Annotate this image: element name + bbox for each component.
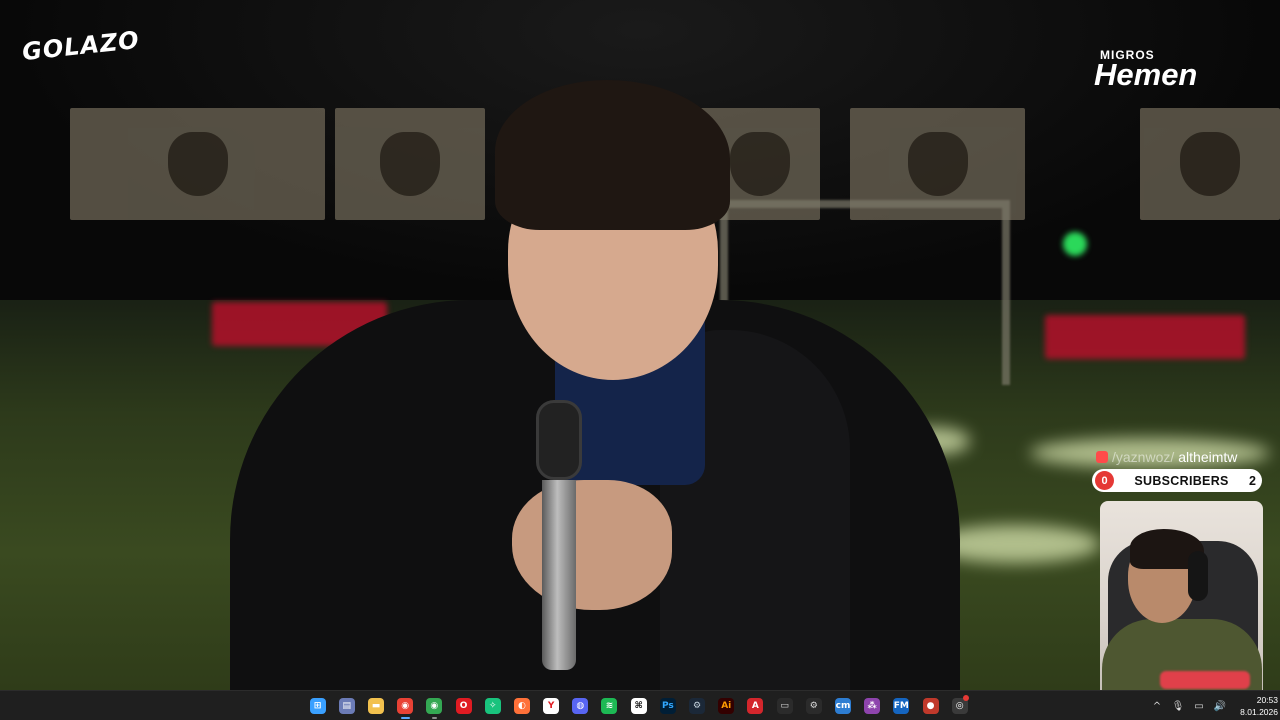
- microphone: [533, 400, 585, 670]
- obs-taskbar-button[interactable]: ◎: [945, 692, 974, 720]
- opera-taskbar-button[interactable]: O: [449, 692, 478, 720]
- social-handle-faded: /yaznwoz/: [1112, 449, 1175, 465]
- camera-icon: ▭: [776, 698, 793, 714]
- subscribers-right-count: 2: [1249, 473, 1256, 488]
- network-icon[interactable]: ▭: [1190, 697, 1208, 715]
- chrome-alt-taskbar-button[interactable]: ◉: [420, 692, 449, 720]
- clock[interactable]: 20:53 8.01.2026: [1230, 694, 1278, 718]
- acrobat-icon: A: [747, 698, 764, 714]
- social-handle-text: altheimtw: [1178, 449, 1238, 465]
- settings-taskbar-button[interactable]: ⚙: [799, 692, 828, 720]
- settings-icon: ⚙: [805, 698, 822, 714]
- webcam-overlay: [1100, 501, 1263, 700]
- photoshop-taskbar-button[interactable]: Ps: [653, 692, 682, 720]
- file-explorer-alt-icon: ▤: [338, 698, 355, 714]
- firefox-taskbar-button[interactable]: ◐: [507, 692, 536, 720]
- illustrator-taskbar-button[interactable]: Ai: [712, 692, 741, 720]
- sponsor-big-text: Hemen: [1094, 57, 1198, 92]
- club-banner: [1140, 108, 1280, 220]
- file-explorer-alt-taskbar-button[interactable]: ▤: [332, 692, 361, 720]
- camera-taskbar-button[interactable]: ▭: [770, 692, 799, 720]
- chrome-alt-icon: ◉: [426, 698, 443, 714]
- purple-app-taskbar-button[interactable]: ⁂: [858, 692, 887, 720]
- led-board: [1045, 315, 1245, 359]
- capcut-taskbar-button[interactable]: ⌘: [624, 692, 653, 720]
- steam-taskbar-button[interactable]: ⚙: [682, 692, 711, 720]
- clock-date: 8.01.2026: [1240, 707, 1278, 717]
- social-icon: [1096, 451, 1108, 463]
- windows-start-icon: ⊞: [309, 698, 326, 714]
- opera-icon: O: [455, 698, 472, 714]
- subscribers-widget: 0 SUBSCRIBERS 2: [1092, 469, 1262, 492]
- capcut-icon: ⌘: [630, 698, 647, 714]
- chatgpt-icon: ✧: [484, 698, 501, 714]
- yandex-icon: Y: [543, 698, 560, 714]
- steam-icon: ⚙: [689, 698, 706, 714]
- folder-icon: ▬: [367, 698, 384, 714]
- purple-app-icon: ⁂: [864, 698, 881, 714]
- video-frame: GOLAZO MIGROS Hemen: [0, 0, 1280, 690]
- fm-app-icon: FM: [893, 698, 910, 714]
- sponsor-logo: MIGROS Hemen: [1094, 48, 1198, 92]
- chatgpt-taskbar-button[interactable]: ✧: [478, 692, 507, 720]
- cm-app-taskbar-button[interactable]: cm: [828, 692, 857, 720]
- folder-taskbar-button[interactable]: ▬: [361, 692, 390, 720]
- discord-icon: ◍: [572, 698, 589, 714]
- chrome-icon: ◉: [397, 698, 414, 714]
- windows-start-taskbar-button[interactable]: ⊞: [303, 692, 332, 720]
- acrobat-taskbar-button[interactable]: A: [741, 692, 770, 720]
- clock-time: 20:53: [1256, 695, 1278, 705]
- discord-taskbar-button[interactable]: ◍: [566, 692, 595, 720]
- subscribers-label: SUBSCRIBERS: [1134, 473, 1229, 488]
- subscribers-left-count: 0: [1095, 471, 1114, 490]
- taskbar-apps: ⊞ ▤ ▬ ◉ ◉ O ✧ ◐ Y ◍ ≋ ⌘ Ps ⚙ Ai A ▭ ⚙ cm ⁂ FM ● ◎: [303, 691, 974, 720]
- obs-record-icon: ●: [922, 698, 939, 714]
- spotify-taskbar-button[interactable]: ≋: [595, 692, 624, 720]
- photoshop-icon: Ps: [659, 698, 676, 714]
- social-handle: /yaznwoz/altheimtw: [1096, 448, 1264, 466]
- volume-icon[interactable]: 🔊: [1211, 697, 1229, 715]
- illustrator-icon: Ai: [718, 698, 735, 714]
- led-light: [1160, 671, 1250, 689]
- taskbar: ⊞ ▤ ▬ ◉ ◉ O ✧ ◐ Y ◍ ≋ ⌘ Ps ⚙ Ai A ▭ ⚙ cm ⁂ FM ● ◎ ^ 🎙 ▭ 🔊 20:53 8…: [0, 690, 1280, 720]
- chevron-up-icon[interactable]: ^: [1148, 697, 1166, 715]
- club-banner: [335, 108, 485, 220]
- fm-app-taskbar-button[interactable]: FM: [887, 692, 916, 720]
- yandex-taskbar-button[interactable]: Y: [537, 692, 566, 720]
- chrome-taskbar-button[interactable]: ◉: [391, 692, 420, 720]
- system-tray: ^ 🎙 ▭ 🔊: [1148, 691, 1229, 720]
- obs-record-taskbar-button[interactable]: ●: [916, 692, 945, 720]
- firefox-icon: ◐: [513, 698, 530, 714]
- club-banner: [70, 108, 325, 220]
- cm-app-icon: cm: [834, 698, 851, 714]
- spotify-icon: ≋: [601, 698, 618, 714]
- green-light: [1063, 232, 1087, 256]
- notification-dot: [963, 695, 970, 701]
- headset: [1188, 551, 1208, 601]
- microphone-icon[interactable]: 🎙: [1169, 697, 1187, 715]
